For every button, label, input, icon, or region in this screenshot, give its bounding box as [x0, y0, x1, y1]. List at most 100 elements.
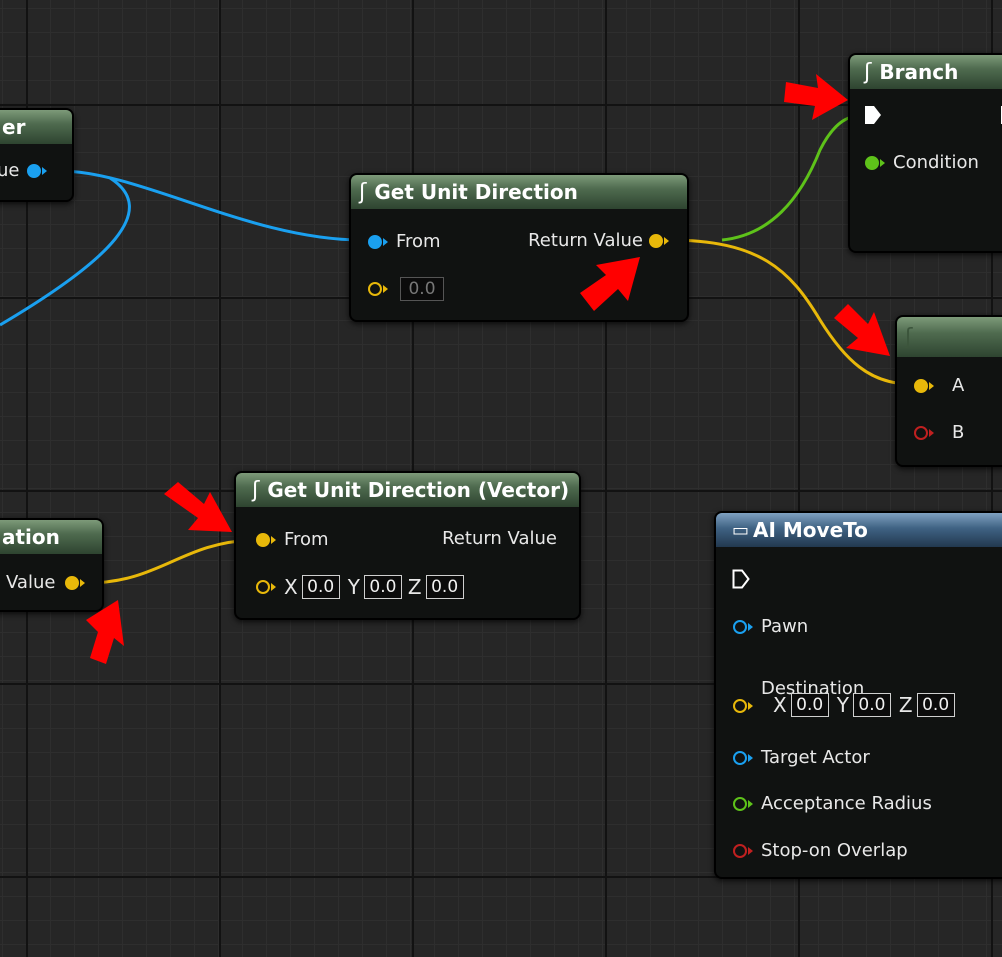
- vector-node-return-pin[interactable]: Return Value: [442, 528, 557, 549]
- partial-node-bottom-left-output-pin[interactable]: Value: [6, 572, 86, 593]
- pin-arrow-icon: [664, 236, 669, 245]
- pin-arrow-icon: [748, 622, 753, 631]
- get-unit-direction-header: ʃ Get Unit Direction: [351, 175, 687, 209]
- z-axis-label: Z: [407, 575, 422, 599]
- partial-node-bottom-left-header: ation: [0, 520, 102, 554]
- ai-move-to-pawn-pin[interactable]: Pawn: [733, 616, 808, 637]
- object-pin-icon: [368, 234, 382, 249]
- partial-compare-node[interactable]: ʃ A B: [895, 315, 1002, 467]
- y-axis-label: Y: [836, 693, 849, 717]
- pin-arrow-icon: [748, 702, 753, 710]
- get-unit-direction-vector-node[interactable]: ʃ Get Unit Direction (Vector) From Retur…: [234, 471, 581, 620]
- vector-pin-icon: [368, 282, 382, 296]
- z-value-field[interactable]: 0.0: [425, 575, 464, 599]
- branch-title: Branch: [879, 60, 959, 84]
- partial-node-top-left-header: er: [0, 110, 72, 144]
- stop-on-overlap-label: Stop-on Overlap: [761, 840, 908, 861]
- vector-pin-icon: [256, 580, 270, 594]
- get-unit-direction-title: Get Unit Direction: [374, 180, 578, 204]
- partial-node-top-left-title: er: [2, 115, 26, 139]
- ai-move-to-stop-on-overlap-pin[interactable]: Stop-on Overlap: [733, 840, 908, 861]
- object-pin-icon: [733, 619, 747, 634]
- destination-x-field[interactable]: 0.0: [790, 693, 829, 717]
- partial-node-top-left-pin-label: lue: [0, 160, 20, 181]
- annotation-arrow-icon: [834, 304, 890, 356]
- get-unit-direction-from-pin[interactable]: From: [368, 231, 441, 252]
- vector-pin-icon: [65, 575, 80, 590]
- ai-move-to-node[interactable]: ▭ AI MoveTo Pawn Destination X 0.0 Y 0.0…: [714, 511, 1002, 879]
- default-value-field[interactable]: 0.0: [400, 277, 444, 301]
- pin-arrow-icon: [748, 799, 753, 808]
- vector-pin-icon: [649, 233, 663, 248]
- get-unit-direction-second-pin[interactable]: 0.0: [368, 277, 444, 301]
- pin-arrow-icon: [271, 583, 276, 591]
- pin-arrow-icon: [880, 158, 885, 167]
- destination-y-field[interactable]: 0.0: [852, 693, 891, 717]
- ai-move-to-destination-xyz[interactable]: X 0.0 Y 0.0 Z 0.0: [773, 693, 955, 717]
- y-value-field[interactable]: 0.0: [363, 575, 402, 599]
- object-pin-icon: [27, 163, 42, 178]
- function-icon: ʃ: [359, 179, 367, 205]
- partial-node-top-left-output-pin[interactable]: lue: [0, 160, 48, 181]
- function-icon: ʃ: [905, 324, 913, 350]
- pin-a-label: A: [952, 375, 965, 396]
- exec-pin-icon[interactable]: [732, 569, 750, 589]
- pin-arrow-icon: [748, 753, 753, 762]
- partial-node-bottom-left-title: ation: [2, 525, 60, 549]
- annotation-arrow-icon: [784, 74, 848, 120]
- pin-arrow-icon: [383, 285, 388, 293]
- get-unit-direction-vector-title: Get Unit Direction (Vector): [267, 478, 570, 502]
- annotation-arrow-icon: [580, 257, 640, 311]
- red-pin-icon: [733, 843, 747, 858]
- pin-b-label: B: [952, 422, 965, 443]
- pin-arrow-icon: [271, 535, 276, 544]
- compare-pin-a[interactable]: A: [914, 375, 964, 396]
- ai-move-to-header: ▭ AI MoveTo: [716, 513, 1002, 547]
- x-value-field[interactable]: 0.0: [301, 575, 340, 599]
- from-label: From: [396, 231, 441, 252]
- ai-move-to-target-actor-pin[interactable]: Target Actor: [733, 747, 870, 768]
- get-unit-direction-vector-header: ʃ Get Unit Direction (Vector): [236, 473, 579, 507]
- partial-node-bottom-left-pin-label: Value: [6, 572, 56, 593]
- ai-move-to-acceptance-radius-pin[interactable]: Acceptance Radius: [733, 793, 932, 814]
- partial-node-top-left[interactable]: er lue: [0, 108, 74, 202]
- partial-compare-header: ʃ: [897, 317, 1002, 357]
- return-value-label: Return Value: [442, 528, 557, 549]
- annotation-arrow-icon: [164, 482, 232, 532]
- condition-label: Condition: [893, 152, 979, 173]
- vector-node-from-pin[interactable]: From: [256, 529, 329, 550]
- red-pin-icon: [914, 425, 928, 440]
- compare-pin-b[interactable]: B: [914, 422, 964, 443]
- bool-pin-icon: [865, 155, 879, 170]
- ai-task-icon: ▭: [732, 519, 750, 541]
- vector-pin-icon: [733, 699, 747, 713]
- x-axis-label: X: [773, 693, 787, 717]
- wire-yellow-bottom: [85, 538, 253, 585]
- function-icon: ʃ: [864, 59, 872, 85]
- function-icon: ʃ: [252, 477, 260, 503]
- destination-z-field[interactable]: 0.0: [916, 693, 955, 717]
- pawn-label: Pawn: [761, 616, 809, 637]
- get-unit-direction-return-pin[interactable]: Return Value: [528, 230, 669, 251]
- object-pin-icon: [733, 750, 747, 765]
- branch-header: ʃ Branch: [850, 55, 1002, 89]
- float-pin-icon: [733, 796, 747, 811]
- pin-arrow-icon: [929, 428, 934, 437]
- z-axis-label: Z: [898, 693, 913, 717]
- ai-move-to-title: AI MoveTo: [753, 518, 868, 542]
- from-label: From: [284, 529, 329, 550]
- pin-arrow-icon: [748, 846, 753, 855]
- branch-node[interactable]: ʃ Branch Condition: [848, 53, 1002, 253]
- y-axis-label: Y: [347, 575, 360, 599]
- vector-pin-icon: [256, 532, 270, 547]
- branch-condition-pin[interactable]: Condition: [865, 152, 979, 173]
- target-actor-label: Target Actor: [761, 747, 870, 768]
- pin-arrow-icon: [929, 381, 934, 390]
- pin-arrow-icon: [42, 166, 48, 175]
- wire-green-to-branch: [721, 113, 866, 242]
- vector-node-xyz-pin[interactable]: X 0.0 Y 0.0 Z 0.0: [256, 575, 464, 599]
- exec-pin-icon[interactable]: [864, 105, 882, 125]
- pin-arrow-icon: [80, 578, 86, 587]
- pin-arrow-icon: [383, 237, 388, 246]
- annotation-arrow-icon: [86, 600, 124, 664]
